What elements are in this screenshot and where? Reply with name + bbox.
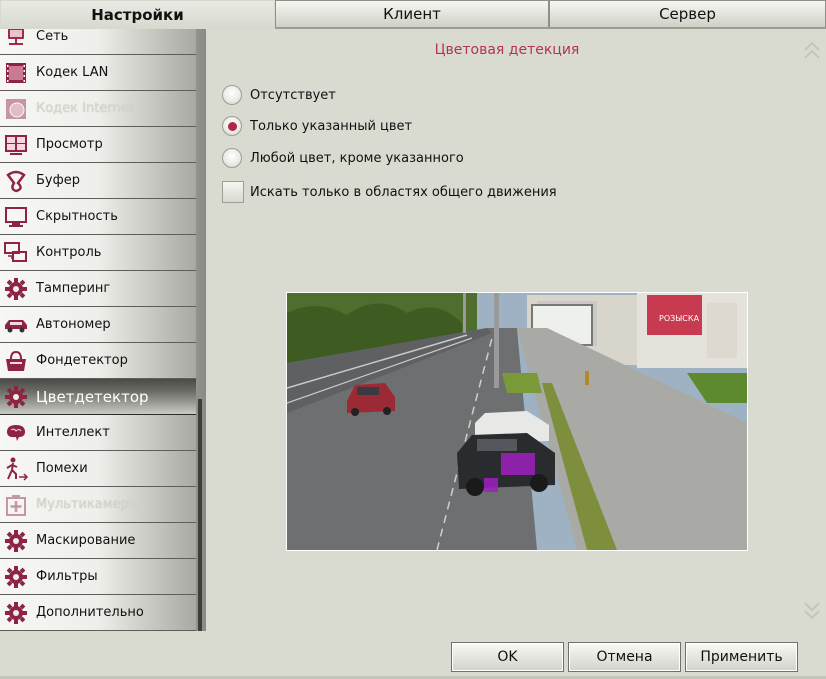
settings-sidebar[interactable]: Сеть Кодек LAN Кодек Internet Просмотр Б <box>0 29 206 631</box>
sidebar-item-multicameras[interactable]: Мультикамеры <box>0 487 196 523</box>
motion-only-option[interactable]: Искать только в областях общего движения <box>222 181 557 203</box>
sidebar-item-label: Фондетектор <box>36 353 128 368</box>
top-tabs: Настройки Клиент Сервер <box>0 0 826 29</box>
radio-button[interactable] <box>222 85 242 105</box>
sidebar-item-label: Фильтры <box>36 569 98 584</box>
monitor-grid-icon <box>3 132 29 158</box>
car-icon <box>3 312 29 338</box>
billboard-text: РОЗЫСКА <box>659 314 700 323</box>
option-label: Отсутствует <box>250 87 336 103</box>
option-specified-color[interactable]: Только указанный цвет <box>222 116 412 136</box>
sidebar-item-label: Тамперинг <box>36 281 111 296</box>
sidebar-item-label: Контроль <box>36 245 102 260</box>
sidebar-item-backgrounddetector[interactable]: Фондетектор <box>0 343 196 379</box>
gear-icon <box>3 528 29 554</box>
sidebar-item-label: Цветдетектор <box>36 387 149 406</box>
sidebar-item-label: Мультикамеры <box>36 497 140 512</box>
panel-title: Цветовая детекция <box>434 42 580 58</box>
apply-button[interactable]: Применить <box>685 642 798 672</box>
scroll-up-icon[interactable] <box>803 38 821 64</box>
bag-icon <box>3 348 29 374</box>
cancel-button[interactable]: Отмена <box>568 642 681 672</box>
ok-button[interactable]: OK <box>451 642 564 672</box>
network-icon <box>3 29 29 50</box>
radio-button[interactable] <box>222 116 242 136</box>
control-icon <box>3 240 29 266</box>
color-detection-region <box>484 478 498 492</box>
sidebar-item-additional[interactable]: Дополнительно <box>0 595 196 631</box>
scroll-down-icon[interactable] <box>803 598 821 624</box>
tab-settings[interactable]: Настройки <box>0 0 275 29</box>
sidebar-item-view[interactable]: Просмотр <box>0 127 196 163</box>
gear-icon <box>3 276 29 302</box>
globe-icon <box>3 96 29 122</box>
sidebar-item-label: Сеть <box>36 29 69 44</box>
sidebar-item-label: Просмотр <box>36 137 103 152</box>
sidebar-scrollbar[interactable] <box>198 399 202 631</box>
radio-button[interactable] <box>222 148 242 168</box>
radio-selected-dot <box>227 121 237 131</box>
option-none[interactable]: Отсутствует <box>222 85 336 105</box>
gear-icon <box>3 564 29 590</box>
sidebar-item-codec-lan[interactable]: Кодек LAN <box>0 55 196 91</box>
motion-only-checkbox[interactable] <box>222 181 244 203</box>
buffer-icon <box>3 168 29 194</box>
sidebar-item-label: Скрытность <box>36 209 118 224</box>
sidebar-item-label: Маскирование <box>36 533 136 548</box>
sidebar-item-interference[interactable]: Помехи <box>0 451 196 487</box>
sidebar-item-codec-internet[interactable]: Кодек Internet <box>0 91 196 127</box>
camera-preview[interactable]: РОЗЫСКА <box>286 292 748 551</box>
walker-icon <box>3 456 29 482</box>
tab-server[interactable]: Сервер <box>549 0 826 27</box>
gear-icon <box>3 384 29 410</box>
plus-box-icon <box>3 492 29 518</box>
sidebar-item-network[interactable]: Сеть <box>0 29 196 55</box>
tab-divider <box>275 27 826 29</box>
option-label: Только указанный цвет <box>250 118 413 134</box>
gear-icon <box>3 600 29 626</box>
sidebar-item-label: Интеллект <box>36 425 110 440</box>
sidebar-item-label: Буфер <box>36 173 80 188</box>
sidebar-item-tampering[interactable]: Тамперинг <box>0 271 196 307</box>
film-icon <box>3 60 29 86</box>
sidebar-item-masking[interactable]: Маскирование <box>0 523 196 559</box>
tab-client[interactable]: Клиент <box>275 0 549 27</box>
motion-only-label: Искать только в областях общего движения <box>250 184 557 200</box>
brain-icon <box>3 420 29 446</box>
sidebar-item-label: Кодек Internet <box>36 101 134 116</box>
sidebar-item-label: Дополнительно <box>36 605 144 620</box>
sidebar-item-label: Помехи <box>36 461 88 476</box>
sidebar-item-label: Автономер <box>36 317 111 332</box>
sidebar-item-label: Кодек LAN <box>36 65 109 80</box>
sidebar-item-filters[interactable]: Фильтры <box>0 559 196 595</box>
screen-icon <box>3 204 29 230</box>
option-any-except[interactable]: Любой цвет, кроме указанного <box>222 148 464 168</box>
option-label: Любой цвет, кроме указанного <box>250 150 464 166</box>
sidebar-item-stealth[interactable]: Скрытность <box>0 199 196 235</box>
sidebar-item-intellect[interactable]: Интеллект <box>0 415 196 451</box>
sidebar-item-buffer[interactable]: Буфер <box>0 163 196 199</box>
color-detection-region <box>501 453 535 475</box>
sidebar-item-control[interactable]: Контроль <box>0 235 196 271</box>
sidebar-item-colordetector[interactable]: Цветдетектор <box>0 379 196 415</box>
street-scene-image: РОЗЫСКА <box>287 293 747 550</box>
sidebar-item-autonumber[interactable]: Автономер <box>0 307 196 343</box>
